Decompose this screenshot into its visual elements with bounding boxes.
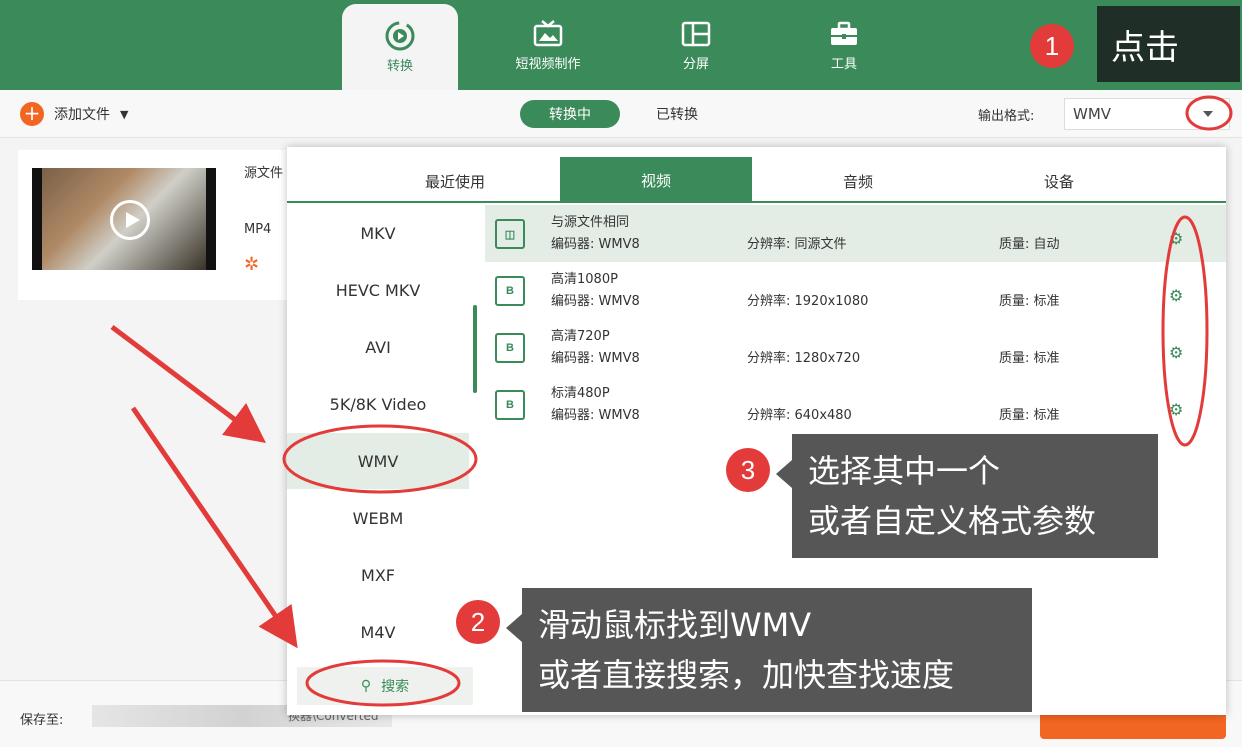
tab-convert-label: 转换 xyxy=(386,59,413,74)
preset-resolution: 分辨率: 1920x1080 xyxy=(747,294,869,309)
preset-name: 高清720P xyxy=(551,329,610,344)
tab-short-video-label: 短视频制作 xyxy=(515,57,581,72)
format-list-scrollbar[interactable] xyxy=(473,305,477,393)
step-3-callout: 选择其中一个 或者自定义格式参数 xyxy=(776,434,1158,558)
caret-down-icon[interactable]: ▼ xyxy=(120,108,128,121)
preset-quality: 质量: 标准 xyxy=(999,408,1060,423)
format-item-hevc-mkv[interactable]: HEVC MKV xyxy=(287,262,469,318)
gear-icon[interactable]: ⚙ xyxy=(1169,286,1183,305)
step-2-badge: 2 xyxy=(456,600,500,644)
segment-converting[interactable]: 转换中 xyxy=(520,100,620,128)
step-2-line-1: 滑动鼠标找到WMV xyxy=(538,606,812,644)
output-format-select[interactable]: WMV xyxy=(1064,98,1230,130)
tab-video[interactable]: 视频 xyxy=(560,157,752,203)
tab-device[interactable]: 设备 xyxy=(963,159,1155,203)
play-icon[interactable] xyxy=(110,200,150,240)
tab-audio[interactable]: 音频 xyxy=(762,159,954,203)
preset-codec: 编码器: WMV8 xyxy=(551,351,640,366)
toolbar: + 添加文件 ▼ 转换中 已转换 输出格式: WMV xyxy=(0,90,1242,138)
search-icon: ⚲ xyxy=(360,678,372,694)
tv-icon xyxy=(531,17,565,51)
gear-icon[interactable]: ⚙ xyxy=(1169,400,1183,419)
video-preset-icon: B xyxy=(495,276,525,306)
video-preset-icon: B xyxy=(495,333,525,363)
preset-quality: 质量: 标准 xyxy=(999,351,1060,366)
step-3-line-2: 或者自定义格式参数 xyxy=(808,502,1097,540)
preset-name: 标清480P xyxy=(551,386,610,401)
preset-list: ◫ 与源文件相同 编码器: WMV8 分辨率: 同源文件 质量: 自动 ⚙ B … xyxy=(485,205,1226,425)
preset-codec: 编码器: WMV8 xyxy=(551,408,640,423)
preset-row[interactable]: B 高清1080P 编码器: WMV8 分辨率: 1920x1080 质量: 标… xyxy=(485,262,1226,319)
step-2-line-2: 或者直接搜索，加快查找速度 xyxy=(538,656,955,694)
tab-split-screen-label: 分屏 xyxy=(682,57,709,72)
format-item-avi[interactable]: AVI xyxy=(287,319,469,375)
convert-icon xyxy=(383,19,417,53)
preset-resolution: 分辨率: 同源文件 xyxy=(747,237,847,252)
add-file-label: 添加文件 xyxy=(54,107,110,123)
tab-split-screen[interactable]: 分屏 xyxy=(638,0,754,90)
source-file-label: 源文件 xyxy=(244,166,284,181)
segment-converted[interactable]: 已转换 xyxy=(632,100,722,128)
split-screen-icon xyxy=(679,17,713,51)
tab-tools-label: 工具 xyxy=(830,57,857,72)
preset-quality: 质量: 自动 xyxy=(999,237,1060,252)
preset-row[interactable]: ◫ 与源文件相同 编码器: WMV8 分辨率: 同源文件 质量: 自动 ⚙ xyxy=(485,205,1226,262)
video-preset-icon: B xyxy=(495,390,525,420)
format-list: MKV HEVC MKV AVI 5K/8K Video WMV WEBM MX… xyxy=(287,205,485,715)
step-1-callout: 点击 xyxy=(1097,6,1240,82)
preset-codec: 编码器: WMV8 xyxy=(551,294,640,309)
format-item-webm[interactable]: WEBM xyxy=(287,490,469,546)
video-thumbnail[interactable] xyxy=(32,168,216,270)
add-file-button[interactable]: + 添加文件 ▼ xyxy=(20,102,128,126)
preset-row[interactable]: B 高清720P 编码器: WMV8 分辨率: 1280x720 质量: 标准 … xyxy=(485,319,1226,376)
format-item-wmv[interactable]: WMV xyxy=(287,433,469,489)
preset-codec: 编码器: WMV8 xyxy=(551,237,640,252)
toolbox-icon xyxy=(827,17,861,51)
arrow-to-search xyxy=(130,406,298,649)
tab-short-video[interactable]: 短视频制作 xyxy=(490,0,606,90)
format-category-tabs: 最近使用 视频 音频 设备 xyxy=(287,147,1226,203)
output-format-label: 输出格式: xyxy=(978,109,1035,124)
preset-row[interactable]: B 标清480P 编码器: WMV8 分辨率: 640x480 质量: 标准 ⚙ xyxy=(485,376,1226,433)
arrow-to-wmv xyxy=(110,325,266,444)
gear-icon[interactable]: ⚙ xyxy=(1169,343,1183,362)
format-item-m4v[interactable]: M4V xyxy=(287,604,469,660)
same-as-source-icon: ◫ xyxy=(495,219,525,249)
format-item-mxf[interactable]: MXF xyxy=(287,547,469,603)
step-3-badge: 3 xyxy=(726,448,770,492)
tab-tools[interactable]: 工具 xyxy=(786,0,902,90)
step-3-line-1: 选择其中一个 xyxy=(808,452,1001,490)
step-1-badge: 1 xyxy=(1030,24,1074,68)
source-format: MP4 xyxy=(244,222,272,237)
save-to-label: 保存至: xyxy=(20,713,64,728)
output-format-value: WMV xyxy=(1073,105,1112,123)
search-label: 搜索 xyxy=(381,679,410,695)
tab-convert[interactable]: 转换 xyxy=(342,4,458,90)
step-2-callout: 滑动鼠标找到WMV 或者直接搜索，加快查找速度 xyxy=(506,588,1032,712)
plus-icon: + xyxy=(20,102,44,126)
format-item-mkv[interactable]: MKV xyxy=(287,205,469,261)
effects-icon[interactable]: ✲ xyxy=(244,254,259,275)
preset-resolution: 分辨率: 640x480 xyxy=(747,408,852,423)
preset-resolution: 分辨率: 1280x720 xyxy=(747,351,861,366)
gear-icon[interactable]: ⚙ xyxy=(1169,229,1183,248)
tab-recent[interactable]: 最近使用 xyxy=(327,159,583,203)
format-item-5k8k[interactable]: 5K/8K Video xyxy=(287,376,469,432)
preset-quality: 质量: 标准 xyxy=(999,294,1060,309)
dropdown-arrow-icon[interactable] xyxy=(1203,111,1213,117)
format-search-button[interactable]: ⚲ 搜索 xyxy=(297,667,473,705)
preset-name: 与源文件相同 xyxy=(551,215,630,230)
preset-name: 高清1080P xyxy=(551,272,618,287)
